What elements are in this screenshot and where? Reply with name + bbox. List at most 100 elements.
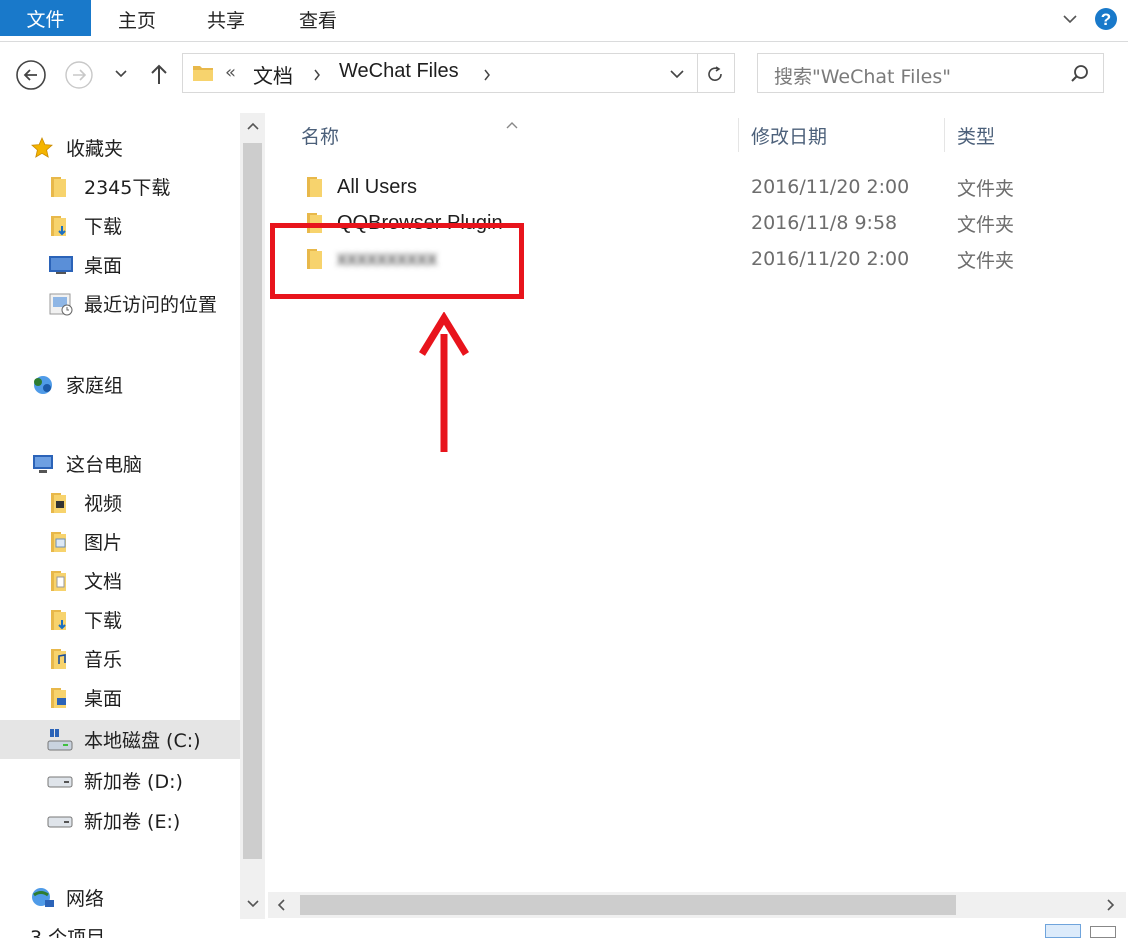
folder-icon — [191, 61, 215, 89]
search-box[interactable]: 搜索"WeChat Files" — [757, 53, 1104, 93]
tab-file[interactable]: 文件 — [0, 0, 91, 36]
help-icon[interactable]: ? — [1094, 7, 1118, 31]
sidebar-item-label: 文档 — [84, 571, 123, 593]
svg-text:?: ? — [1101, 10, 1111, 29]
desktop-icon — [48, 254, 74, 276]
network-icon — [30, 886, 56, 910]
navigation-pane: 收藏夹 2345下载 下载 桌面 最近访问的位置 家庭组 这台电脑 视频 图片 … — [0, 113, 240, 938]
sidebar-item-homegroup[interactable]: 家庭组 — [0, 365, 240, 404]
drive-icon — [46, 811, 74, 831]
sidebar-item-label: 新加卷 (D:) — [84, 771, 183, 793]
desktop-folder-icon — [48, 686, 72, 710]
sidebar-item-label: 家庭组 — [66, 375, 124, 397]
sidebar-item-drive-e[interactable]: 新加卷 (E:) — [0, 801, 240, 840]
sidebar-item-label: 新加卷 (E:) — [84, 811, 181, 833]
chevron-right-icon[interactable] — [483, 66, 491, 85]
pictures-folder-icon — [48, 530, 72, 554]
sidebar-item-label: 这台电脑 — [66, 454, 143, 476]
tab-home[interactable]: 主页 — [118, 0, 156, 38]
sidebar-scrollbar[interactable] — [240, 113, 265, 919]
address-bar[interactable]: « 文档 WeChat Files — [182, 53, 735, 93]
forward-arrow-icon[interactable] — [62, 58, 96, 92]
sidebar-item-label: 桌面 — [84, 255, 123, 277]
tab-view[interactable]: 查看 — [299, 0, 337, 38]
table-row[interactable]: All Users 2016/11/20 2:00 文件夹 — [296, 170, 1116, 204]
sidebar-item-music[interactable]: 音乐 — [0, 639, 240, 678]
sidebar-item-local-disk-c[interactable]: 本地磁盘 (C:) — [0, 720, 240, 759]
sidebar-item-drive-d[interactable]: 新加卷 (D:) — [0, 761, 240, 800]
sidebar-item-desktop-pc[interactable]: 桌面 — [0, 678, 240, 717]
column-header-name[interactable]: 名称 — [301, 118, 339, 152]
sidebar-item-label: 视频 — [84, 493, 123, 515]
scroll-left-icon[interactable] — [274, 898, 288, 912]
file-date: 2016/11/20 2:00 — [751, 248, 910, 270]
scroll-right-icon[interactable] — [1104, 898, 1118, 912]
horizontal-scrollbar[interactable] — [268, 892, 1126, 918]
file-date: 2016/11/8 9:58 — [751, 212, 898, 234]
sidebar-item-favorites[interactable]: 收藏夹 — [0, 128, 240, 167]
sort-ascending-icon — [506, 114, 518, 133]
sidebar-item-pictures[interactable]: 图片 — [0, 522, 240, 561]
file-date: 2016/11/20 2:00 — [751, 176, 910, 198]
breadcrumb-documents[interactable]: 文档 — [253, 60, 293, 89]
up-arrow-icon[interactable] — [145, 60, 173, 88]
breadcrumb-wechat-files[interactable]: WeChat Files — [339, 60, 459, 83]
sidebar-item-label: 网络 — [66, 888, 105, 910]
file-name: All Users — [337, 175, 418, 198]
file-type: 文件夹 — [957, 213, 1015, 236]
sidebar-item-videos[interactable]: 视频 — [0, 483, 240, 522]
scrollbar-thumb[interactable] — [243, 143, 262, 859]
sidebar-item-network[interactable]: 网络 — [0, 878, 240, 917]
file-type: 文件夹 — [957, 177, 1015, 200]
downloads-folder-icon — [48, 608, 72, 632]
ribbon-bar: 文件 主页 共享 查看 ? — [0, 0, 1128, 42]
sidebar-item-label: 最近访问的位置 — [84, 294, 218, 316]
star-icon — [30, 136, 54, 160]
column-divider[interactable] — [944, 118, 945, 152]
tab-share[interactable]: 共享 — [207, 0, 245, 38]
folder-icon — [304, 170, 328, 204]
sidebar-item-label: 图片 — [84, 532, 123, 554]
refresh-icon[interactable] — [703, 62, 727, 86]
scroll-down-icon[interactable] — [244, 897, 261, 911]
music-folder-icon — [48, 647, 72, 671]
sidebar-item-desktop[interactable]: 桌面 — [0, 245, 240, 284]
recent-places-icon — [48, 292, 74, 316]
breadcrumb-overflow[interactable]: « — [225, 62, 236, 83]
divider — [697, 54, 698, 92]
drive-icon — [46, 771, 74, 791]
sidebar-item-label: 下载 — [84, 216, 123, 238]
sidebar-item-label: 音乐 — [84, 649, 123, 671]
status-item-count: 3 个项目 — [30, 927, 106, 938]
downloads-folder-icon — [48, 214, 72, 238]
folder-icon — [48, 175, 72, 199]
scroll-up-icon[interactable] — [244, 119, 261, 133]
back-arrow-icon[interactable] — [14, 58, 48, 92]
search-icon[interactable] — [1070, 64, 1090, 88]
red-arrow-icon — [416, 311, 472, 458]
column-header-type[interactable]: 类型 — [957, 118, 995, 152]
column-header-date[interactable]: 修改日期 — [751, 118, 827, 152]
large-icons-view-icon[interactable] — [1090, 926, 1116, 938]
scrollbar-thumb[interactable] — [300, 895, 956, 915]
sidebar-item-downloads[interactable]: 下载 — [0, 206, 240, 245]
collapse-ribbon-icon[interactable] — [1060, 9, 1080, 29]
documents-folder-icon — [48, 569, 72, 593]
system-drive-icon — [46, 727, 74, 753]
details-view-icon[interactable] — [1045, 924, 1081, 938]
sidebar-item-label: 下载 — [84, 610, 123, 632]
search-input[interactable]: 搜索"WeChat Files" — [774, 62, 951, 89]
recent-locations-icon[interactable] — [112, 65, 130, 83]
sidebar-item-label: 2345下载 — [84, 177, 171, 199]
sidebar-item-downloads-pc[interactable]: 下载 — [0, 600, 240, 639]
videos-folder-icon — [48, 491, 72, 515]
sidebar-item-documents[interactable]: 文档 — [0, 561, 240, 600]
column-divider[interactable] — [738, 118, 739, 152]
sidebar-item-this-pc[interactable]: 这台电脑 — [0, 444, 240, 483]
sidebar-item-recent-places[interactable]: 最近访问的位置 — [0, 284, 240, 323]
chevron-right-icon[interactable] — [313, 66, 321, 85]
sidebar-item-2345-downloads[interactable]: 2345下载 — [0, 167, 240, 206]
highlight-box — [270, 223, 524, 299]
address-history-icon[interactable] — [667, 64, 687, 84]
file-type: 文件夹 — [957, 249, 1015, 272]
